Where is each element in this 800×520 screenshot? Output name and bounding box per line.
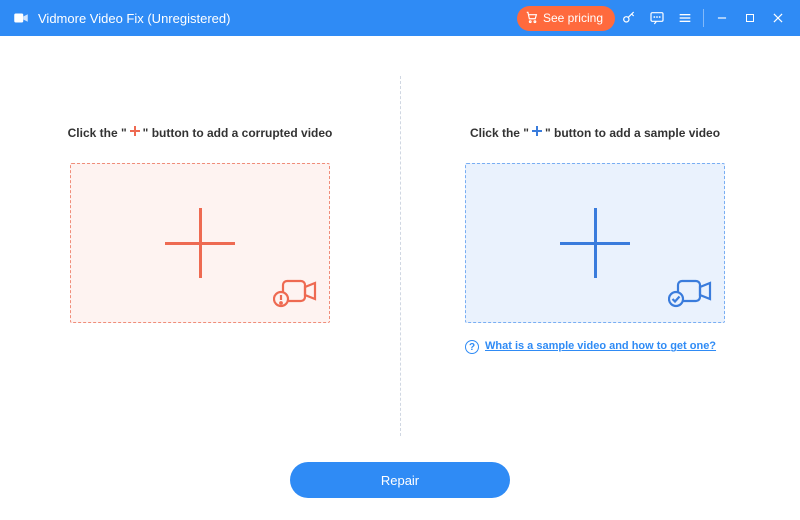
plus-icon	[165, 208, 235, 278]
feedback-icon[interactable]	[643, 4, 671, 32]
sample-video-panel: Click the "" button to add a sample vide…	[400, 36, 800, 456]
close-button[interactable]	[764, 4, 792, 32]
camera-check-icon	[668, 275, 714, 314]
camera-alert-icon	[273, 275, 319, 314]
plus-icon	[531, 125, 543, 140]
repair-button[interactable]: Repair	[290, 462, 510, 498]
minimize-button[interactable]	[708, 4, 736, 32]
app-logo-icon	[12, 9, 30, 27]
menu-icon[interactable]	[671, 4, 699, 32]
see-pricing-button[interactable]: See pricing	[517, 6, 615, 31]
add-sample-video-dropzone[interactable]	[465, 163, 725, 323]
sample-help-row: ? What is a sample video and how to get …	[465, 339, 725, 354]
footer: Repair	[0, 456, 800, 520]
titlebar: Vidmore Video Fix (Unregistered) See pri…	[0, 0, 800, 36]
vertical-divider	[400, 76, 401, 436]
window-title: Vidmore Video Fix (Unregistered)	[38, 11, 230, 26]
titlebar-separator	[703, 9, 704, 27]
sample-panel-title: Click the "" button to add a sample vide…	[470, 126, 720, 141]
add-corrupted-video-dropzone[interactable]	[70, 163, 330, 323]
sample-video-help-link[interactable]: What is a sample video and how to get on…	[485, 339, 716, 354]
help-icon: ?	[465, 340, 479, 354]
corrupted-panel-title: Click the "" button to add a corrupted v…	[68, 126, 333, 141]
plus-icon	[129, 125, 141, 140]
see-pricing-label: See pricing	[543, 11, 603, 25]
plus-icon	[560, 208, 630, 278]
corrupted-video-panel: Click the "" button to add a corrupted v…	[0, 36, 400, 456]
key-icon[interactable]	[615, 4, 643, 32]
main-content: Click the "" button to add a corrupted v…	[0, 36, 800, 456]
maximize-button[interactable]	[736, 4, 764, 32]
cart-icon	[525, 10, 539, 27]
